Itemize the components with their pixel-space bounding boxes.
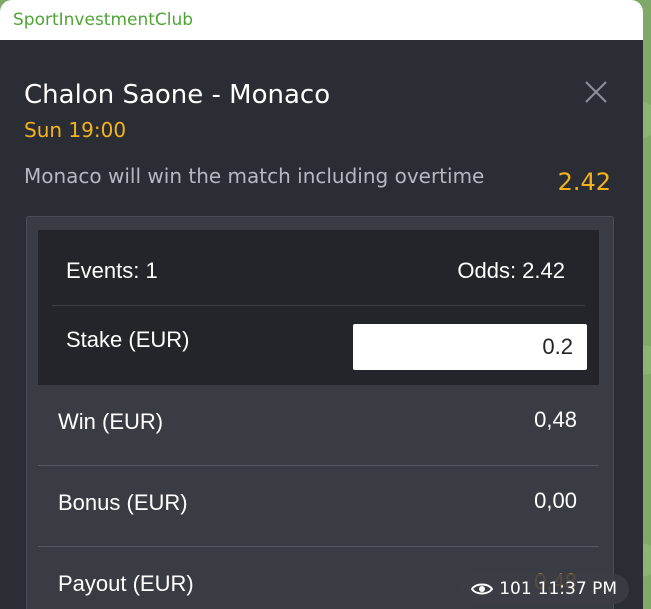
message-meta: 101 11:37 PM — [461, 574, 629, 604]
bet-summary-box: Events: 1 Odds: 2.42 Stake (EUR) Win (EU… — [26, 216, 614, 609]
bonus-value: 0,00 — [534, 488, 577, 513]
match-title: Chalon Saone - Monaco — [24, 80, 331, 110]
sender-name[interactable]: SportInvestmentClub — [13, 10, 193, 30]
message-time: 11:37 PM — [537, 579, 617, 599]
divider — [52, 305, 585, 306]
eye-icon — [471, 583, 494, 595]
bet-outcome: Monaco will win the match including over… — [24, 164, 485, 188]
match-time: Sun 19:00 — [24, 118, 127, 142]
stake-input[interactable] — [353, 324, 587, 370]
win-row: Win (EUR) 0,48 — [38, 385, 599, 466]
bonus-label: Bonus (EUR) — [58, 490, 188, 515]
stake-label: Stake (EUR) — [66, 327, 190, 352]
close-icon — [585, 81, 607, 103]
bonus-row: Bonus (EUR) 0,00 — [38, 466, 599, 547]
events-count: Events: 1 — [66, 258, 158, 283]
channel-message: SportInvestmentClub Chalon Saone - Monac… — [0, 0, 643, 609]
betslip-image[interactable]: Chalon Saone - Monaco Sun 19:00 Monaco w… — [0, 40, 643, 609]
outcome-odds: 2.42 — [557, 168, 611, 196]
view-count: 101 — [499, 579, 532, 599]
win-label: Win (EUR) — [58, 409, 164, 434]
payout-label: Payout (EUR) — [58, 571, 194, 596]
total-odds: Odds: 2.42 — [457, 258, 565, 283]
win-value: 0,48 — [534, 407, 577, 432]
stake-panel: Events: 1 Odds: 2.42 Stake (EUR) — [38, 230, 599, 385]
